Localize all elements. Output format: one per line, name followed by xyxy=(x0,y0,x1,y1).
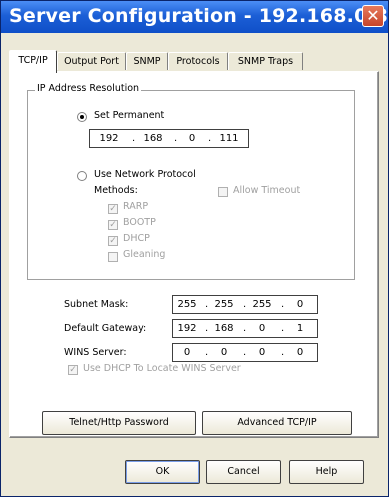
ip-octet: 255 xyxy=(252,299,272,310)
ip-octet: 168 xyxy=(143,133,163,144)
ip-octet: 192 xyxy=(99,133,119,144)
default-gateway-field[interactable]: 192 . 168 . 0 . 1 xyxy=(172,319,318,338)
set-permanent-radio[interactable] xyxy=(77,112,87,122)
window-title: Server Configuration - 192.168.0.30 xyxy=(9,5,389,27)
tab-snmp[interactable]: SNMP xyxy=(126,52,168,70)
ip-octet: 0 xyxy=(183,347,191,358)
tab-tcp-ip[interactable]: TCP/IP xyxy=(9,50,57,73)
subnet-mask-field[interactable]: 255 . 255 . 255 . 0 xyxy=(172,295,318,314)
gleaning-label: Gleaning xyxy=(123,249,166,260)
ip-octet: 255 xyxy=(214,299,234,310)
telnet-http-password-button[interactable]: Telnet/Http Password xyxy=(42,411,196,435)
ip-octet: 0 xyxy=(258,347,266,358)
help-button[interactable]: Help xyxy=(289,460,364,484)
use-dhcp-wins-checkbox[interactable]: ✓ xyxy=(68,365,78,375)
close-icon[interactable]: ✕ xyxy=(362,5,384,27)
cancel-button[interactable]: Cancel xyxy=(206,460,281,484)
allow-timeout-checkbox[interactable] xyxy=(218,187,228,197)
use-network-protocol-radio[interactable] xyxy=(77,171,87,181)
ip-octet: 192 xyxy=(177,323,197,334)
ip-octet: 168 xyxy=(214,323,234,334)
ip-octet: 0 xyxy=(258,323,266,334)
methods-label: Methods: xyxy=(94,185,138,196)
use-dhcp-wins-label: Use DHCP To Locate WINS Server xyxy=(83,363,241,374)
gleaning-checkbox[interactable] xyxy=(108,252,118,262)
ip-octet: 111 xyxy=(219,133,239,144)
advanced-tcp-ip-button[interactable]: Advanced TCP/IP xyxy=(202,411,352,435)
server-configuration-dialog: Server Configuration - 192.168.0.30 ✕ TC… xyxy=(0,0,389,497)
default-gateway-label: Default Gateway: xyxy=(64,323,147,334)
tab-protocols[interactable]: Protocols xyxy=(168,52,228,70)
group-label: IP Address Resolution xyxy=(35,83,142,94)
ip-octet: 0 xyxy=(188,133,196,144)
subnet-mask-label: Subnet Mask: xyxy=(64,299,129,310)
rarp-checkbox[interactable]: ✓ xyxy=(108,204,118,214)
dhcp-label: DHCP xyxy=(123,233,150,244)
wins-server-label: WINS Server: xyxy=(64,347,127,358)
ip-octet: 0 xyxy=(220,347,228,358)
radio-selected-dot xyxy=(80,115,84,119)
ip-octet: 0 xyxy=(296,347,304,358)
set-permanent-label[interactable]: Set Permanent xyxy=(94,110,164,121)
dhcp-checkbox[interactable]: ✓ xyxy=(108,236,118,246)
ip-octet: 1 xyxy=(296,323,304,334)
rarp-label: RARP xyxy=(123,201,149,212)
title-bar[interactable]: Server Configuration - 192.168.0.30 ✕ xyxy=(1,1,389,33)
wins-server-field[interactable]: 0 . 0 . 0 . 0 xyxy=(172,343,318,362)
tab-output-port[interactable]: Output Port xyxy=(57,52,126,70)
tab-snmp-traps[interactable]: SNMP Traps xyxy=(228,52,303,70)
ip-octet: 0 xyxy=(296,299,304,310)
permanent-ip-field[interactable]: 192 . 168 . 0 . 111 xyxy=(89,129,249,148)
ok-button[interactable]: OK xyxy=(125,460,200,484)
ip-address-resolution-group xyxy=(27,90,355,280)
ip-octet: 255 xyxy=(177,299,197,310)
bootp-checkbox[interactable]: ✓ xyxy=(108,220,118,230)
allow-timeout-label: Allow Timeout xyxy=(233,185,301,196)
use-network-protocol-label[interactable]: Use Network Protocol xyxy=(94,169,196,180)
bootp-label: BOOTP xyxy=(123,217,156,228)
